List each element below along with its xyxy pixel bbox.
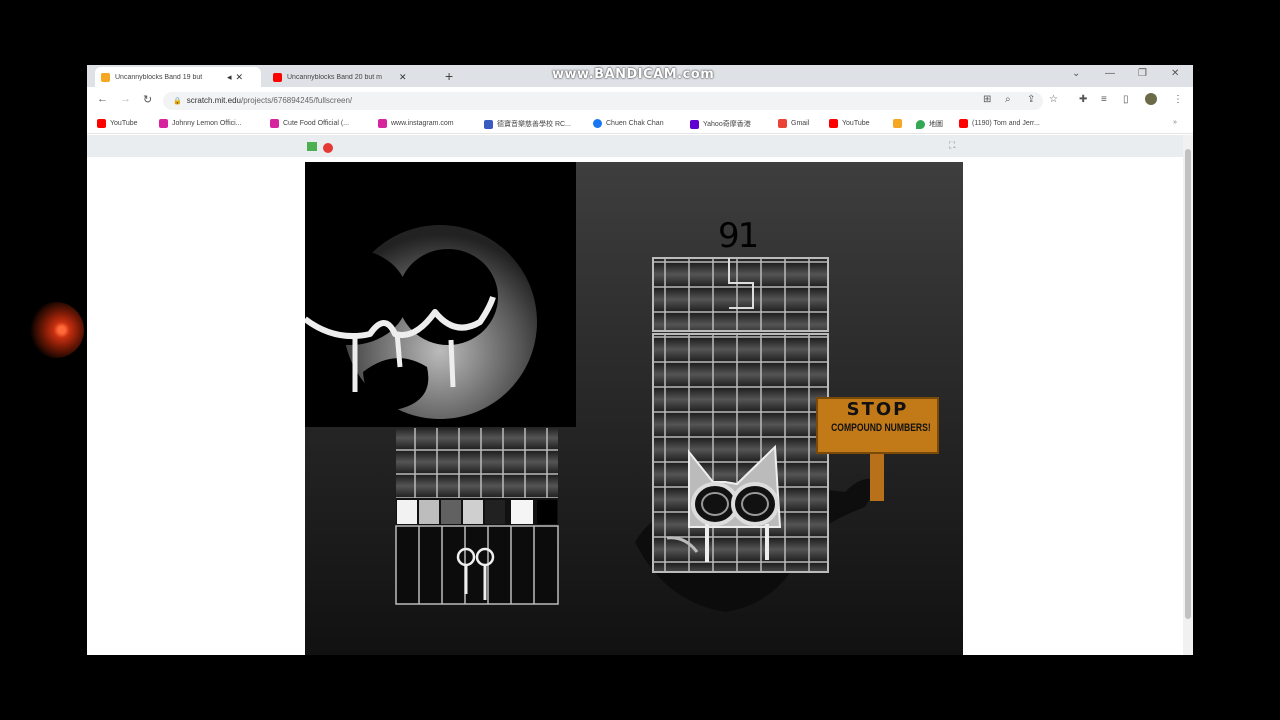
close-icon[interactable]: ✕ (236, 72, 244, 83)
recording-indicator-icon (28, 302, 84, 358)
instagram-icon (159, 119, 168, 128)
fullscreen-icon[interactable]: ⛶ (949, 140, 955, 151)
reload-icon[interactable]: ↻ (143, 93, 152, 106)
scratch-icon (101, 72, 110, 82)
youtube-icon (829, 119, 838, 128)
media-icon[interactable]: ≡ (1101, 94, 1107, 105)
scrollbar-thumb[interactable] (1185, 149, 1191, 619)
sign-post (870, 454, 884, 501)
speaker-icon[interactable]: ◂ (227, 72, 232, 83)
big-eye-right (731, 482, 779, 526)
extensions-icon[interactable]: ✚ (1079, 94, 1087, 105)
close-icon[interactable]: ✕ (399, 72, 407, 83)
bookmark-maps[interactable]: 地圖 (916, 119, 943, 129)
block-91-top (652, 257, 829, 332)
bookmark-yahoo[interactable]: Yahoo奇摩香港 (690, 119, 751, 129)
more-bookmarks-icon[interactable]: » (1173, 119, 1177, 126)
bookmark-tom-and-jerry[interactable]: (1190) Tom and Jerr... (959, 119, 1040, 128)
bookmark-youtube-2[interactable]: YouTube (829, 119, 870, 128)
scratch-stage[interactable]: 91 STOP COMPOUND NUMBERS! (305, 162, 963, 655)
yahoo-icon (690, 119, 699, 129)
bookmarks-bar: YouTube Johnny Lemon Offici... Cute Food… (87, 114, 1193, 134)
zoom-icon[interactable]: ⌕ (1005, 94, 1011, 105)
chevron-down-icon[interactable]: ⌄ (1072, 68, 1080, 79)
close-window-button[interactable]: ✕ (1171, 68, 1179, 79)
youtube-icon (273, 72, 282, 82)
facebook-icon (593, 119, 602, 128)
number-label: 91 (718, 216, 759, 256)
star-icon[interactable]: ☆ (1049, 94, 1058, 105)
youtube-icon (97, 119, 106, 128)
bookmark-cute-food[interactable]: Cute Food Official (... (270, 119, 349, 128)
page-scrollbar[interactable] (1183, 135, 1193, 655)
translate-icon[interactable]: ⊞ (983, 94, 991, 105)
bookmark-youtube[interactable]: YouTube (97, 119, 138, 128)
instagram-icon (270, 119, 279, 128)
site-icon (484, 119, 493, 129)
scratch-icon (893, 119, 902, 128)
share-icon[interactable]: ⇪ (1027, 94, 1035, 105)
stop-icon[interactable] (323, 143, 333, 153)
lock-icon: 🔒 (173, 98, 182, 105)
bandicam-watermark: www.BANDICAM.com (552, 67, 715, 82)
sign-line-1: STOP (846, 399, 909, 420)
big-eye-left (691, 482, 739, 526)
back-arrow-icon[interactable]: ← (97, 93, 108, 105)
menu-icon[interactable]: ⋮ (1173, 94, 1183, 105)
stop-sign: STOP COMPOUND NUMBERS! (816, 397, 939, 454)
bookmark-music-school[interactable]: 德寶音樂慈善學校 RC... (484, 119, 571, 129)
green-flag-icon[interactable] (307, 142, 317, 151)
navigation-bar: ← → ↻ 🔒 scratch.mit.edu/projects/67689424… (87, 87, 1193, 114)
youtube-icon (959, 119, 968, 128)
new-tab-button[interactable]: + (445, 67, 453, 85)
bookmark-instagram[interactable]: www.instagram.com (378, 119, 454, 128)
sidepanel-icon[interactable]: ▯ (1123, 94, 1129, 105)
profile-avatar[interactable] (1145, 93, 1157, 105)
restore-button[interactable]: ❐ (1138, 68, 1147, 79)
bookmark-chuen-chak-chan[interactable]: Chuen Chak Chan (593, 119, 664, 128)
tab-uncannyblocks-20[interactable]: Uncannyblocks Band 20 but m ✕ (267, 67, 433, 87)
maps-icon (916, 119, 925, 129)
tab-uncannyblocks-19[interactable]: Uncannyblocks Band 19 but ◂ ✕ (95, 67, 261, 87)
minimize-button[interactable]: — (1105, 68, 1115, 79)
gmail-icon (778, 119, 787, 128)
forward-arrow-icon[interactable]: → (120, 93, 131, 105)
scratch-player-bar: ⛶ (87, 135, 1183, 157)
small-block-top (396, 428, 558, 498)
address-bar[interactable]: 🔒 scratch.mit.edu/projects/676894245/full… (163, 92, 1043, 110)
bookmark-johnny-lemon[interactable]: Johnny Lemon Offici... (159, 119, 242, 128)
sign-line-2: COMPOUND NUMBERS! (831, 422, 931, 434)
block-91-body (652, 333, 829, 573)
page-viewport: ⛶ 91 STOP COMPOUND NUMBERS! (87, 135, 1183, 655)
bookmark-gmail[interactable]: Gmail (778, 119, 809, 128)
instagram-icon (378, 119, 387, 128)
browser-window: Uncannyblocks Band 19 but ◂ ✕ Uncannyblo… (87, 65, 1193, 655)
bookmark-scratch[interactable] (893, 119, 906, 128)
tab-strip: Uncannyblocks Band 19 but ◂ ✕ Uncannyblo… (87, 65, 1193, 87)
